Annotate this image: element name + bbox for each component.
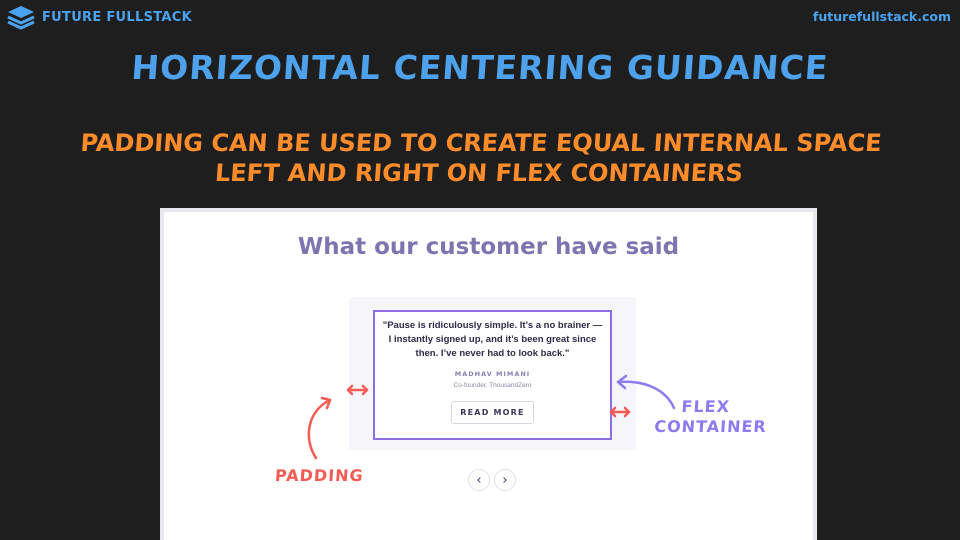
carousel-prev-button[interactable]: ‹ [468, 469, 490, 491]
carousel-next-button[interactable]: › [494, 469, 516, 491]
brand-logo: FUTURE FULLSTACK [6, 4, 192, 30]
subtitle-line-2: left and right on flex containers [214, 159, 744, 187]
testimonial-author: MADHAV MIMANI [454, 370, 531, 378]
chevron-left-icon: ‹ [476, 472, 482, 488]
subtitle-line-1: Padding can be used to create equal inte… [79, 129, 883, 157]
site-url: futurefullstack.com [812, 9, 951, 24]
testimonial-quote: "Pause is ridiculously simple. It’s a no… [382, 320, 603, 359]
stacked-layers-icon [7, 6, 35, 30]
chevron-right-icon: › [502, 472, 508, 488]
brand-name: FUTURE FULLSTACK [42, 9, 192, 25]
flex-label-line-1: FLEX [680, 397, 731, 416]
flex-container-label: FLEX CONTAINER [653, 397, 768, 437]
slide-title: Horizontal Centering Guidance [130, 48, 830, 87]
demo-heading: What our customer have said [297, 234, 680, 260]
read-more-button[interactable]: READ MORE [451, 401, 534, 424]
slide-subtitle: Padding can be used to create equal inte… [0, 128, 960, 188]
padding-label: PADDING [274, 466, 365, 485]
testimonial-card: "Pause is ridiculously simple. It’s a no… [373, 310, 612, 440]
demo-screenshot-frame: What our customer have said "Pause is ri… [160, 208, 817, 540]
testimonial-role: Co-founder, ThousandZero [453, 382, 532, 389]
flex-label-line-2: CONTAINER [653, 417, 768, 436]
